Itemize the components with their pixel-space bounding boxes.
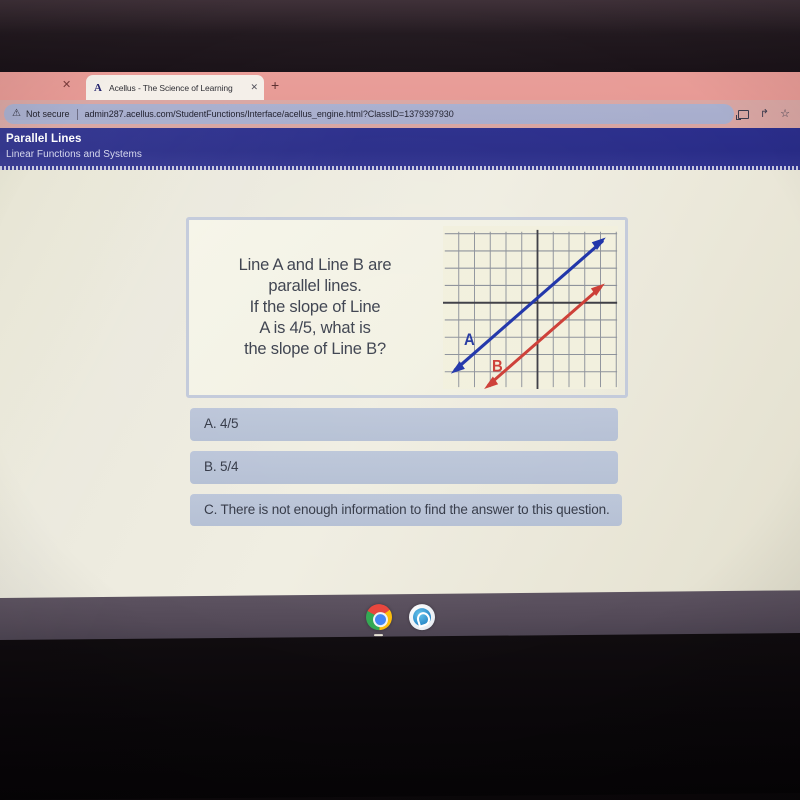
question-line-3: If the slope of Line xyxy=(249,297,381,316)
address-bar[interactable]: ⚠ Not secure admin287.acellus.com/Studen… xyxy=(4,104,734,124)
cast-icon[interactable] xyxy=(735,109,749,120)
line-b-label: B xyxy=(492,358,503,376)
share-icon[interactable]: ↱ xyxy=(760,108,769,120)
device-top-bezel xyxy=(0,0,800,72)
question-text-area: Line A and Line B are parallel lines. If… xyxy=(189,220,443,395)
browser-toolbar: ⚠ Not secure admin287.acellus.com/Studen… xyxy=(0,100,800,128)
answer-option-c[interactable]: C. There is not enough information to fi… xyxy=(190,493,622,527)
lesson-header: Parallel Lines Linear Functions and Syst… xyxy=(0,128,800,170)
device-bottom-bezel xyxy=(0,633,800,800)
omnibox-divider xyxy=(76,108,78,120)
answer-option-a[interactable]: A. 4/5 xyxy=(190,408,618,441)
url-text: admin287.acellus.com/StudentFunctions/In… xyxy=(84,109,454,119)
answer-options: A. 4/5 B. 5/4 C. There is not enough inf… xyxy=(190,408,622,527)
new-tab-button[interactable]: + xyxy=(271,78,279,92)
question-line-2: parallel lines. xyxy=(268,276,362,295)
close-icon[interactable]: ✕ xyxy=(250,82,258,93)
star-bookmark-icon[interactable]: ☆ xyxy=(780,108,790,120)
question-card: Line A and Line B are parallel lines. If… xyxy=(186,217,628,398)
graph-svg: A B xyxy=(443,226,618,389)
lesson-content: Line A and Line B are parallel lines. If… xyxy=(0,170,800,600)
browser-window: ✕ A Acellus - The Science of Learning ✕ … xyxy=(0,72,800,600)
warning-triangle-icon: ⚠ xyxy=(12,108,21,119)
answer-option-b[interactable]: B. 5/4 xyxy=(190,450,618,484)
browser-tab-title: Acellus - The Science of Learning xyxy=(109,82,233,93)
shelf-item-browser[interactable] xyxy=(408,604,435,631)
question-line-4: A is 4/5, what is xyxy=(259,319,371,338)
graph-area: A B xyxy=(443,220,625,395)
security-status-label[interactable]: Not secure xyxy=(26,109,70,119)
browser-tab-acellus[interactable]: A Acellus - The Science of Learning ✕ xyxy=(86,75,264,100)
question-line-5: the slope of Line B? xyxy=(244,340,386,359)
browser-globe-icon[interactable] xyxy=(408,604,435,631)
page-title: Parallel Lines xyxy=(6,133,82,145)
coordinate-graph: A B xyxy=(443,226,618,389)
lesson-subtitle: Linear Functions and Systems xyxy=(6,149,142,160)
photographed-screen: ✕ A Acellus - The Science of Learning ✕ … xyxy=(0,0,800,800)
toolbar-icon-group: ↱ ☆ xyxy=(735,108,800,120)
line-a-label: A xyxy=(464,331,475,349)
browser-tab-strip: ✕ A Acellus - The Science of Learning ✕ … xyxy=(0,72,800,100)
question-text: Line A and Line B are parallel lines. If… xyxy=(239,255,392,361)
left-close-icon[interactable]: ✕ xyxy=(62,79,71,92)
acellus-a-icon: A xyxy=(94,81,102,94)
shelf-item-chrome[interactable] xyxy=(365,604,392,637)
chrome-icon[interactable] xyxy=(365,604,392,631)
question-line-1: Line A and Line B are xyxy=(238,255,392,274)
